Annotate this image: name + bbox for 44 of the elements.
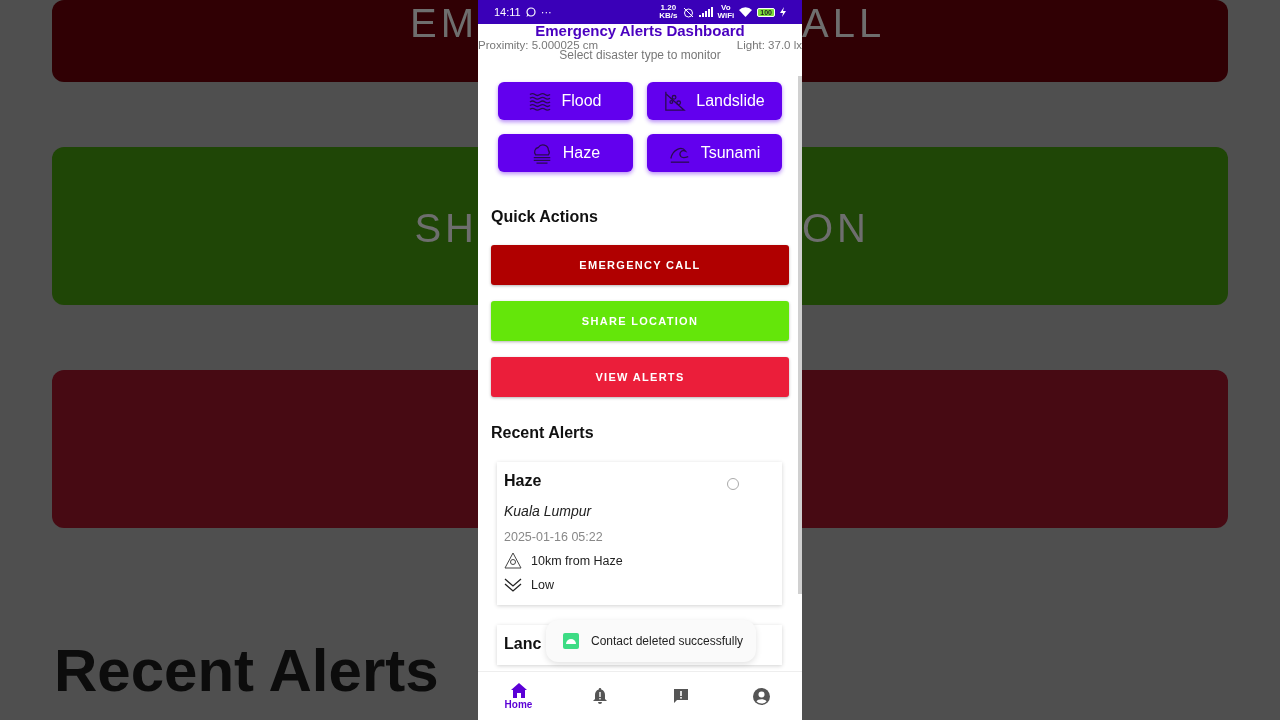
app-title: Emergency Alerts Dashboard	[534, 24, 746, 39]
disaster-type-button[interactable]: Landslide	[647, 82, 782, 120]
disaster-type-button[interactable]: Haze	[498, 134, 633, 172]
backdrop-text: ON	[802, 207, 870, 248]
alert-distance: 10km from Haze	[531, 553, 623, 568]
proximity-reading: Proximity: 5.000025 cm	[478, 39, 599, 49]
chevrons-down-icon	[504, 577, 522, 593]
backdrop-text: EM	[410, 3, 478, 43]
account-icon	[753, 687, 770, 705]
home-icon	[510, 682, 527, 698]
alert-card[interactable]: Haze Kuala Lumpur 2025-01-16 05:22 10km from Haze Low	[497, 462, 782, 605]
disaster-type-button[interactable]: Tsunami	[647, 134, 782, 172]
alarm-off-icon	[682, 6, 694, 18]
backdrop-heading: Recent Alerts	[54, 636, 440, 705]
landslide-icon	[664, 90, 687, 112]
alert-title: Haze	[504, 472, 542, 490]
feedback-icon	[672, 688, 689, 704]
nav-tab[interactable]: Home	[478, 672, 559, 720]
app-icon	[563, 633, 579, 649]
alert-title: Lanc	[504, 635, 542, 653]
charging-icon	[780, 7, 786, 17]
disaster-type-button[interactable]: Flood	[498, 82, 633, 120]
signal-icon	[698, 7, 713, 17]
section-heading: Quick Actions	[490, 208, 599, 226]
waves-icon	[529, 90, 552, 112]
chat-icon	[525, 7, 536, 17]
network-speed: 1.20 KB/s	[659, 4, 678, 20]
subtitle: Select disaster type to monitor	[559, 48, 722, 62]
backdrop-text: SH	[414, 207, 478, 248]
action-button[interactable]: EMERGENCY CALL	[491, 245, 789, 285]
section-heading: Recent Alerts	[490, 424, 595, 442]
wifi-icon	[739, 7, 753, 17]
light-reading: Light: 37.0 lx	[736, 39, 802, 49]
bell-icon	[592, 688, 607, 704]
alert-time: 2025-01-16 05:22	[504, 530, 604, 544]
hazard-icon	[504, 552, 522, 569]
toast-message: Contact deleted successfully	[591, 634, 744, 648]
backdrop-text: ALL	[802, 3, 886, 43]
alert-location: Kuala Lumpur	[504, 503, 593, 519]
more-notifications: ···	[540, 6, 552, 18]
action-button[interactable]: VIEW ALERTS	[491, 357, 789, 397]
alert-severity: Low	[531, 578, 554, 592]
vowifi-label: Vo WiFi	[717, 4, 735, 20]
clock: 14:11	[494, 6, 521, 18]
